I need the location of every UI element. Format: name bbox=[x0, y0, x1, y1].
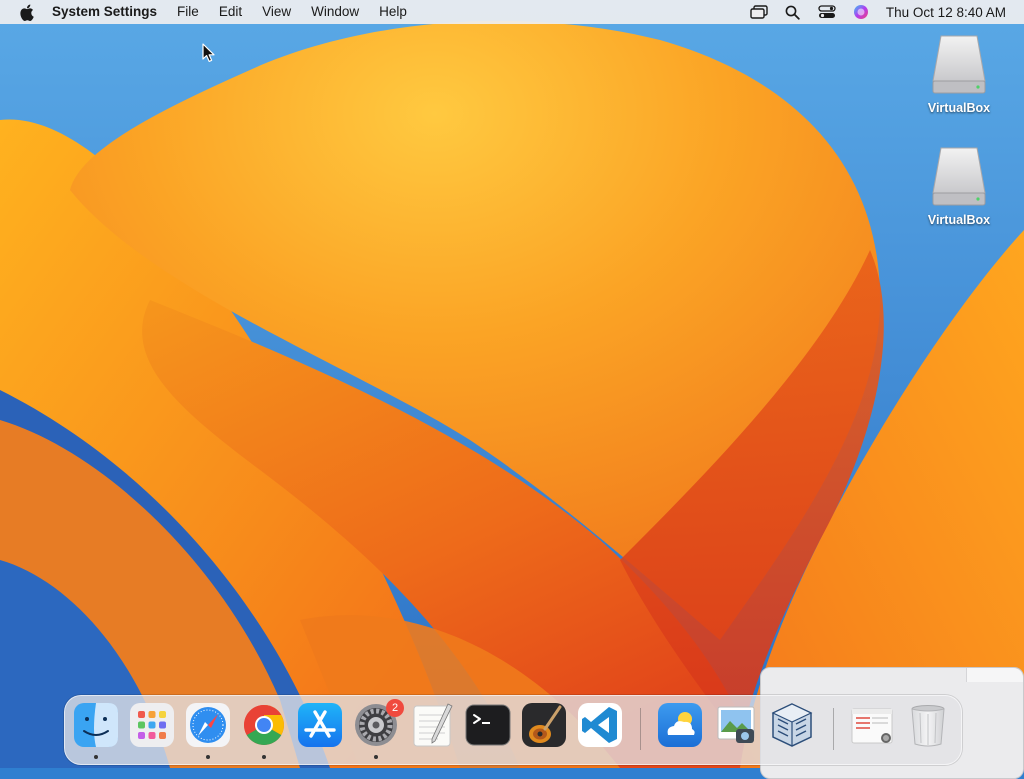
desktop-wallpaper bbox=[0, 0, 1024, 768]
finder-icon bbox=[74, 703, 118, 747]
mouse-cursor-icon bbox=[202, 43, 215, 62]
dock-item-chrome[interactable] bbox=[240, 701, 288, 759]
running-indicator bbox=[206, 755, 210, 759]
running-indicator bbox=[374, 755, 378, 759]
menu-help[interactable]: Help bbox=[369, 0, 417, 24]
menu-bar: System Settings File Edit View Window He… bbox=[0, 0, 1024, 24]
terminal-icon bbox=[465, 704, 511, 746]
dock-item-launchpad[interactable] bbox=[128, 701, 176, 749]
spotlight-search-icon[interactable] bbox=[782, 1, 804, 23]
chrome-icon bbox=[244, 705, 284, 745]
drive-icon bbox=[932, 147, 986, 206]
trash-icon bbox=[911, 705, 945, 747]
drive-icon bbox=[932, 35, 986, 94]
dock-item-terminal[interactable] bbox=[464, 701, 512, 749]
desktop-icon-label: VirtualBox bbox=[927, 101, 991, 115]
menu-app-name[interactable]: System Settings bbox=[50, 0, 167, 24]
screen-mirroring-icon[interactable] bbox=[748, 1, 770, 23]
dock-item-downloads[interactable] bbox=[848, 701, 896, 749]
dock-item-trash[interactable] bbox=[904, 701, 952, 749]
running-indicator bbox=[94, 755, 98, 759]
dock-item-weather[interactable] bbox=[656, 701, 704, 749]
dock-separator bbox=[640, 708, 641, 750]
downloads-stack-icon bbox=[851, 708, 893, 744]
dock-item-app-store[interactable] bbox=[296, 701, 344, 749]
weather-icon bbox=[658, 703, 702, 747]
apple-menu-icon[interactable] bbox=[16, 2, 36, 22]
dock-item-preview[interactable] bbox=[712, 701, 760, 749]
running-indicator bbox=[262, 755, 266, 759]
menu-edit[interactable]: Edit bbox=[209, 0, 252, 24]
menu-clock[interactable]: Thu Oct 12 8:40 AM bbox=[886, 5, 1006, 20]
dock-item-garageband[interactable] bbox=[520, 701, 568, 749]
dock-item-vscode[interactable] bbox=[576, 701, 624, 749]
menu-view[interactable]: View bbox=[252, 0, 301, 24]
dock-item-safari[interactable] bbox=[184, 701, 232, 759]
vscode-icon bbox=[578, 703, 622, 747]
notification-badge: 2 bbox=[386, 699, 404, 717]
garageband-icon bbox=[522, 703, 566, 747]
launchpad-icon bbox=[130, 703, 174, 747]
control-center-icon[interactable] bbox=[816, 1, 838, 23]
desktop-icon-virtualbox-1[interactable]: VirtualBox bbox=[914, 33, 1004, 115]
siri-icon[interactable] bbox=[850, 1, 872, 23]
dock-item-system-settings[interactable]: 2 bbox=[352, 699, 404, 759]
dock-item-virtualbox[interactable] bbox=[768, 701, 816, 749]
menu-window[interactable]: Window bbox=[301, 0, 369, 24]
dock-item-textedit[interactable] bbox=[408, 701, 456, 749]
app-store-icon bbox=[298, 703, 342, 747]
desktop-icon-label: VirtualBox bbox=[927, 213, 991, 227]
menu-file[interactable]: File bbox=[167, 0, 209, 24]
dock-item-finder[interactable] bbox=[72, 701, 120, 759]
virtualbox-icon bbox=[771, 703, 813, 747]
background-window-tab bbox=[966, 668, 1023, 682]
desktop-icon-virtualbox-2[interactable]: VirtualBox bbox=[914, 145, 1004, 227]
preview-icon bbox=[717, 706, 755, 743]
dock: 2 bbox=[64, 695, 962, 765]
safari-icon bbox=[186, 703, 230, 747]
textedit-icon bbox=[413, 703, 453, 747]
dock-separator bbox=[833, 708, 834, 750]
